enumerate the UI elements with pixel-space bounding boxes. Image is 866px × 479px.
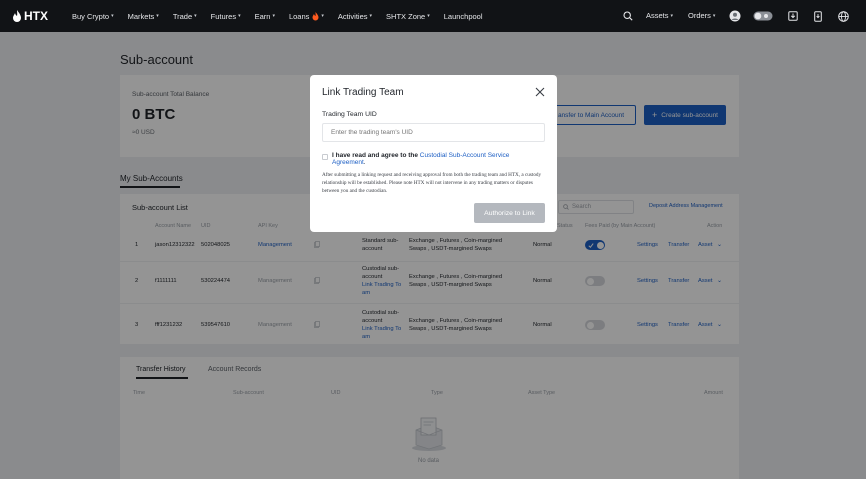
nav-item-loans[interactable]: Loans ▾	[288, 11, 324, 21]
trading-team-uid-input[interactable]	[322, 123, 545, 142]
close-icon[interactable]	[535, 87, 545, 97]
nav-item-label: Launchpool	[443, 11, 483, 21]
nav-item-activities[interactable]: Activities ▾	[338, 12, 372, 21]
toggle-icon[interactable]	[753, 9, 773, 23]
nav-item-markets[interactable]: Markets ▾	[128, 12, 159, 21]
trading-team-uid-label: Trading Team UID	[322, 111, 377, 118]
htx-flame-icon	[13, 9, 21, 22]
nav-item-label: Loans	[288, 11, 310, 21]
chevron-down-icon: ▾	[321, 13, 324, 19]
nav-item-label: Trade	[172, 11, 193, 21]
mobile-icon[interactable]	[811, 9, 825, 23]
nav-item-label: Activities	[337, 11, 368, 21]
assets-menu[interactable]: Assets ▾	[646, 11, 673, 20]
search-icon[interactable]	[621, 9, 635, 23]
fire-icon	[312, 11, 319, 21]
chevron-down-icon: ▾	[369, 13, 373, 19]
brand-name: HTX	[24, 9, 48, 23]
chevron-down-icon: ▾	[272, 13, 275, 19]
chevron-down-icon: ▾	[194, 13, 197, 19]
nav-item-label: Earn	[254, 11, 271, 21]
nav-item-buy-crypto[interactable]: Buy Crypto ▾	[72, 12, 114, 21]
link-trading-team-modal: Link Trading Team Trading Team UID I hav…	[310, 75, 557, 232]
nav-item-futures[interactable]: Futures ▾	[211, 12, 241, 21]
chevron-down-icon: ▾	[156, 13, 159, 19]
agreement-checkbox[interactable]	[322, 154, 328, 160]
orders-label: Orders	[688, 11, 711, 20]
nav-item-label: Buy Crypto	[72, 11, 110, 21]
nav-menu: Buy Crypto ▾ Markets ▾ Trade ▾ Futures ▾ Earn ▾ Lo…	[72, 11, 497, 21]
chevron-down-icon: ▾	[111, 13, 114, 19]
chevron-down-icon: ▾	[427, 13, 430, 19]
agreement-text: I have read and agree to the Custodial S…	[332, 152, 542, 166]
nav-item-launchpool[interactable]: Launchpool	[444, 12, 483, 21]
chevron-down-icon: ▾	[238, 13, 241, 19]
nav-item-shtx-zone[interactable]: SHTX Zone ▾	[386, 12, 430, 21]
nav-item-label: Futures	[210, 11, 237, 21]
avatar-icon[interactable]	[728, 9, 742, 23]
chevron-down-icon: ▾	[712, 12, 716, 19]
agreement-suffix: .	[363, 159, 366, 166]
agreement-prefix: I have read and agree to the	[332, 152, 420, 159]
chevron-down-icon: ▾	[670, 12, 674, 19]
top-navbar: HTX Buy Crypto ▾ Markets ▾ Trade ▾ Futures ▾ Ear…	[0, 0, 866, 32]
download-icon[interactable]	[786, 9, 800, 23]
modal-title: Link Trading Team	[322, 87, 404, 98]
nav-item-label: SHTX Zone	[386, 11, 426, 21]
nav-item-label: Markets	[127, 11, 155, 21]
nav-item-earn[interactable]: Earn ▾	[255, 12, 275, 21]
orders-menu[interactable]: Orders ▾	[688, 11, 715, 20]
nav-item-trade[interactable]: Trade ▾	[173, 12, 197, 21]
htx-logo[interactable]: HTX	[12, 9, 48, 23]
globe-icon[interactable]	[836, 9, 850, 23]
assets-label: Assets	[646, 11, 669, 20]
authorize-to-link-button[interactable]: Authorize to Link	[474, 203, 545, 223]
linking-notice: After submitting a linking request and r…	[322, 172, 542, 195]
